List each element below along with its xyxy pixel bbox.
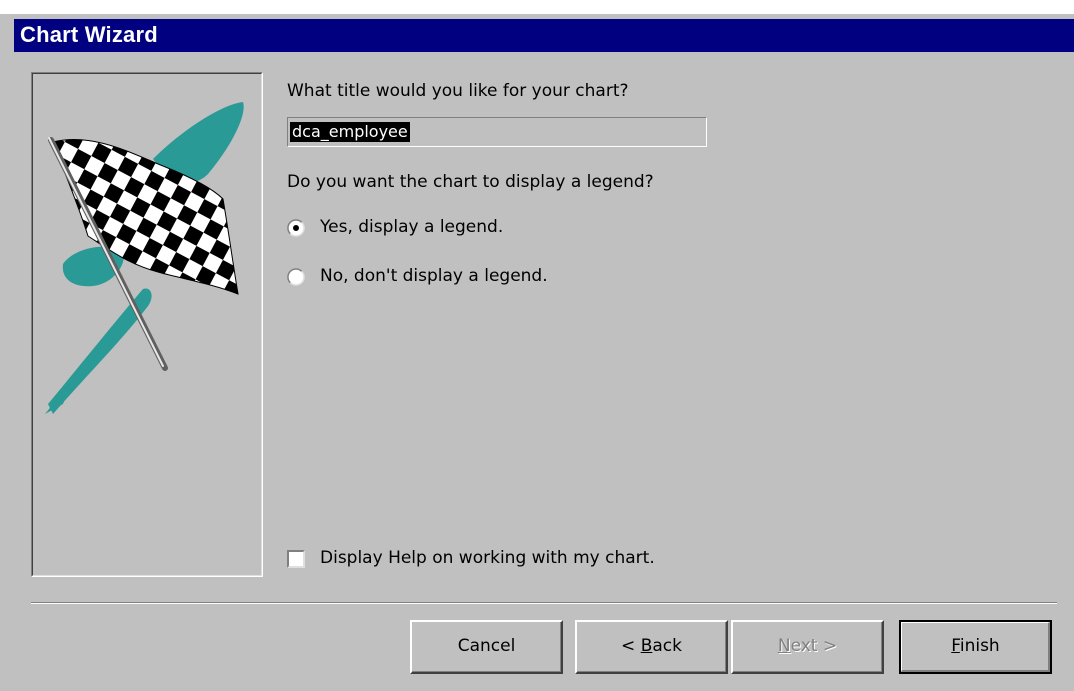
chart-wizard-dialog: Chart Wizard What title would you like f… <box>0 14 1074 691</box>
wizard-image-panel <box>31 72 263 577</box>
radio-selected-icon[interactable] <box>287 219 305 237</box>
legend-question-label: Do you want the chart to display a legen… <box>287 172 654 192</box>
title-bar[interactable]: Chart Wizard <box>14 19 1074 52</box>
back-button-mnemonic: B <box>640 636 653 656</box>
legend-yes-label: Yes, display a legend. <box>320 217 504 237</box>
back-button[interactable]: < Back <box>575 620 728 674</box>
next-button[interactable]: Next > <box>731 620 884 674</box>
radio-unselected-icon[interactable] <box>287 268 305 286</box>
finish-button[interactable]: Finish <box>899 620 1052 674</box>
next-button-label: ext > <box>790 636 838 656</box>
cancel-button-label: Cancel <box>457 636 516 656</box>
finish-button-label: inish <box>959 636 1000 656</box>
title-question-label: What title would you like for your chart… <box>287 81 629 101</box>
help-checkbox[interactable] <box>287 550 305 568</box>
cancel-button[interactable]: Cancel <box>410 620 563 674</box>
back-button-label: ack <box>652 636 682 656</box>
back-button-prefix: < <box>621 636 641 656</box>
next-button-mnemonic: N <box>777 636 791 656</box>
window-title: Chart Wizard <box>20 22 158 47</box>
chart-title-input[interactable]: dca_employee <box>287 117 707 147</box>
chart-title-input-value: dca_employee <box>290 122 410 142</box>
finish-button-mnemonic: F <box>951 636 960 656</box>
legend-no-label: No, don't display a legend. <box>320 266 548 286</box>
button-separator <box>31 602 1057 604</box>
checkered-flag-icon <box>45 102 244 414</box>
help-checkbox-label: Display Help on working with my chart. <box>320 548 655 568</box>
